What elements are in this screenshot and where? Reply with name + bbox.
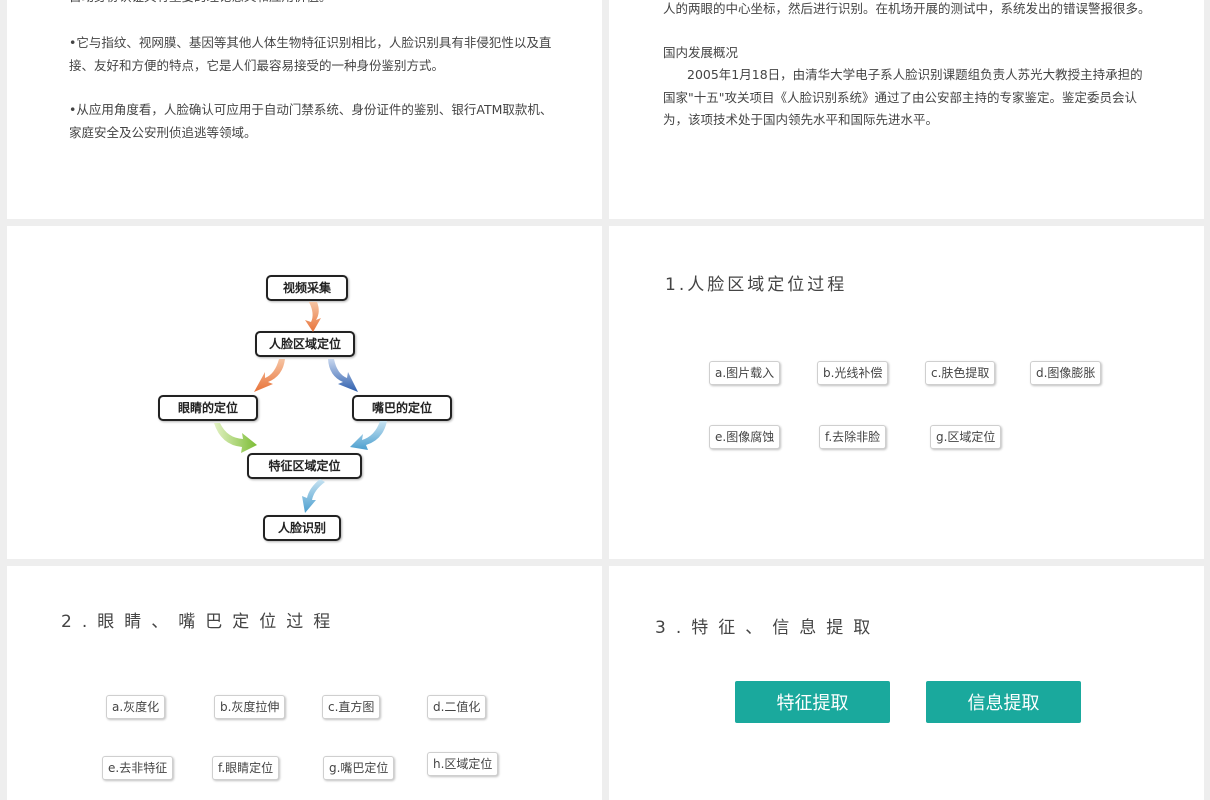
step-tag: d.图像膨胀 [1030, 361, 1102, 385]
slide-face-region-process: 1.人脸区域定位过程 a.图片载入 b.光线补偿 c.肤色提取 d.图像膨胀 e… [609, 226, 1204, 559]
step-tag: f.眼睛定位 [212, 756, 280, 780]
step-tag: c.直方图 [322, 695, 381, 719]
step-tag: e.图像腐蚀 [709, 425, 781, 449]
section-title: 2.眼睛、嘴巴定位过程 [61, 612, 341, 632]
step-tag: a.灰度化 [106, 695, 166, 719]
slide-domestic-development: 人的两眼的中心坐标，然后进行识别。在机场开展的测试中，系统发出的错误警报很多。 … [609, 0, 1204, 219]
step-tag: e.去非特征 [102, 756, 174, 780]
slide-recognition-flowchart: 视频采集 人脸区域定位 眼睛的定位 嘴巴的定位 特征区域定位 人脸识别 [7, 226, 602, 559]
slide-eye-mouth-process: 2.眼睛、嘴巴定位过程 a.灰度化 b.灰度拉伸 c.直方图 d.二值化 e.去… [7, 566, 602, 800]
flow-arrow-icon [214, 302, 387, 513]
step-tag: b.光线补偿 [817, 361, 889, 385]
slide-face-recognition-advantages: 自动身份认证具有重要的理论意义和应用价值。 •它与指纹、视网膜、基因等其他人体生… [7, 0, 602, 219]
step-tag: h.区域定位 [427, 752, 499, 776]
development-paragraph: 2005年1月18日，由清华大学电子系人脸识别课题组负责人苏光大教授主持承担的国… [663, 67, 1143, 127]
step-tag: c.肤色提取 [925, 361, 996, 385]
step-tag: g.区域定位 [930, 425, 1002, 449]
slide-feature-info-extraction: 3.特征、信息提取 特征提取 信息提取 [609, 566, 1204, 800]
step-tag: d.二值化 [427, 695, 487, 719]
step-tag: a.图片载入 [709, 361, 781, 385]
cut-off-line: 自动身份认证具有重要的理论意义和应用价值。 [69, 0, 554, 9]
bullet-biometric-comparison: •它与指纹、视网膜、基因等其他人体生物特征识别相比，人脸识别具有非侵犯性以及直接… [69, 35, 552, 73]
cut-off-line: 人的两眼的中心坐标，然后进行识别。在机场开展的测试中，系统发出的错误警报很多。 [663, 1, 1151, 16]
section-heading: 国内发展概况 [663, 45, 739, 60]
info-extraction-button[interactable]: 信息提取 [926, 681, 1081, 723]
bullet-applications: •从应用角度看，人脸确认可应用于自动门禁系统、身份证件的鉴别、银行ATM取款机、… [69, 102, 553, 140]
section-title: 1.人脸区域定位过程 [665, 275, 848, 295]
section-title: 3.特征、信息提取 [655, 618, 881, 638]
step-tag: g.嘴巴定位 [323, 756, 395, 780]
step-tag: f.去除非脸 [819, 425, 887, 449]
feature-extraction-button[interactable]: 特征提取 [735, 681, 890, 723]
step-tag: b.灰度拉伸 [214, 695, 286, 719]
